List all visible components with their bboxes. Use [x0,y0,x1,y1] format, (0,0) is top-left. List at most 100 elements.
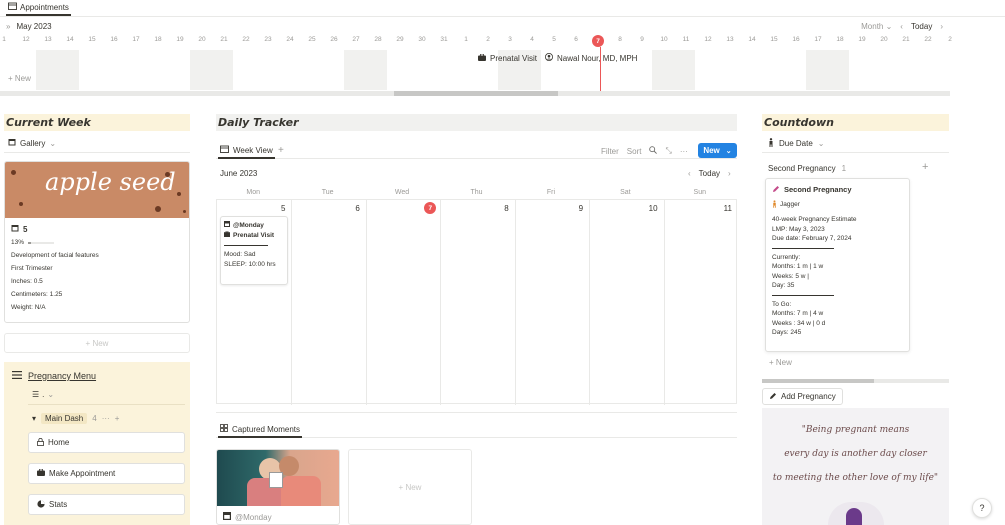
divider [4,152,190,153]
timeline-day: 26 [330,36,338,43]
search-icon[interactable] [649,146,658,156]
gallery-view-tab[interactable]: Gallery ⌄ [8,138,56,148]
next-week-icon[interactable]: › [728,169,731,178]
divider [772,294,834,296]
timeline-day: 13 [44,36,52,43]
button-label: Make Appointment [49,469,116,478]
divider [216,412,737,413]
today-button[interactable]: Today [699,169,720,178]
weekend-shade [36,50,79,90]
moments-new-button[interactable]: + New [348,449,472,525]
weekend-shade [806,50,849,90]
timeline-day-numbers: 1 12 13 14 15 16 17 18 19 20 21 22 23 24 25 26 27 28 29 30 3… [0,36,1005,48]
weekday-sun: Sun [693,189,707,196]
progress-text: 13% [11,239,25,246]
button-label: Home [48,438,70,447]
triangle-down-icon[interactable]: ▾ [32,414,36,423]
add-pregnancy-button[interactable]: Add Pregnancy [762,388,843,405]
divider [28,404,185,405]
add-icon[interactable]: + [922,161,928,173]
day-column[interactable]: 10 [589,200,663,405]
due-date-view-tab[interactable]: Due Date ⌄ [768,138,825,149]
event-mood: Mood: Sad [224,251,256,258]
progress-bar [28,241,55,244]
moment-photo [217,450,339,506]
timeline-body[interactable] [0,50,950,90]
day-number: 11 [723,204,732,213]
countdown-new-button[interactable]: + New [769,358,792,367]
expand-icon[interactable]: » [6,22,10,31]
timeline-new-button[interactable]: + New [8,74,31,83]
timeline-day: 18 [836,36,844,43]
timeline-day: 20 [198,36,206,43]
person-standing-icon [772,199,777,210]
new-button[interactable]: New ⌄ [698,143,737,158]
weekday-mon: Mon [246,189,261,196]
calendar-event-card[interactable]: @Monday Prenatal Visit Mood: Sad SLEEP: … [220,216,288,285]
week-card[interactable]: apple seed 5 13% Development of facial f… [4,161,190,323]
day-column[interactable]: 8 [440,200,514,405]
divider [0,16,1005,17]
add-view-icon[interactable]: + [278,145,284,156]
day-column[interactable]: 7 [365,200,440,405]
day-column[interactable]: 6 [291,200,365,405]
week-detail: Centimeters: 1.25 [11,291,63,298]
expand-icon[interactable]: ⤡ [665,146,671,156]
next-icon[interactable]: › [940,22,943,31]
countdown-scrollbar-thumb[interactable] [762,379,874,383]
tab-week-view[interactable]: Week View [218,143,275,159]
week-detail: Development of facial features [11,252,99,259]
prev-icon[interactable]: ‹ [900,22,903,31]
pregnancy-menu-title[interactable]: Pregnancy Menu [28,371,96,381]
gallery-new-button[interactable]: + New [4,333,190,353]
calendar-icon [8,138,16,148]
group-name: Second Pregnancy [768,164,836,173]
person-standing-icon [768,138,774,149]
weekday-sat: Sat [620,189,631,196]
week-calendar[interactable]: 5 6 7 8 9 10 11 [216,199,738,405]
prev-week-icon[interactable]: ‹ [688,169,691,178]
day-number: 7 [424,202,437,214]
day-number: 10 [648,204,658,213]
card-weeks: Weeks: 5 w | [772,272,809,280]
pencil-icon [769,392,777,402]
timeline-day: 28 [374,36,382,43]
quote-line: to meeting the other love of my life" [772,473,939,483]
tab-captured-moments[interactable]: Captured Moments [218,422,303,438]
menu-icon [12,371,22,381]
today-button[interactable]: Today [911,22,932,31]
more-icon[interactable]: ··· [680,147,688,156]
help-button[interactable]: ? [972,498,992,518]
today-line [600,47,601,91]
week-detail: Inches: 0.5 [11,278,43,285]
chevron-down-icon[interactable]: ⌄ [726,147,732,155]
timeline-day: 2 [948,36,952,43]
chevron-down-icon: ⌄ [817,139,825,148]
chevron-down-icon: ⌄ [47,390,55,399]
moment-card[interactable]: @Monday [216,449,340,525]
home-button[interactable]: Home [28,432,185,453]
list-view-select[interactable]: ☰ . ⌄ [32,390,54,399]
chart-icon [37,499,45,510]
scale-label: Month [861,22,884,31]
more-icon[interactable]: ··· [102,414,110,423]
pregnancy-card[interactable]: Second Pregnancy Jagger 40-week Pregnanc… [765,178,910,352]
filter-button[interactable]: Filter [601,147,619,156]
stats-button[interactable]: Stats [28,494,185,515]
tab-label: Appointments [20,2,69,12]
timeline-event[interactable]: Prenatal Visit Nawal Nour, MD, MPH [478,53,637,63]
tab-appointments[interactable]: Appointments [6,0,71,16]
timeline-day: 23 [264,36,272,43]
timeline-scrollbar-thumb[interactable] [394,91,558,96]
day-column[interactable]: 9 [514,200,589,405]
group-count: 1 [841,164,847,173]
day-column[interactable]: 11 [663,200,738,405]
timeline-day: 20 [880,36,888,43]
make-appointment-button[interactable]: Make Appointment [28,463,185,484]
sort-button[interactable]: Sort [627,147,642,156]
view-label: Due Date [779,139,813,148]
weekend-shade [652,50,695,90]
timeline-scale-select[interactable]: Month ⌄ [861,22,892,31]
add-icon[interactable]: + [115,414,120,423]
weekend-shade [190,50,233,90]
